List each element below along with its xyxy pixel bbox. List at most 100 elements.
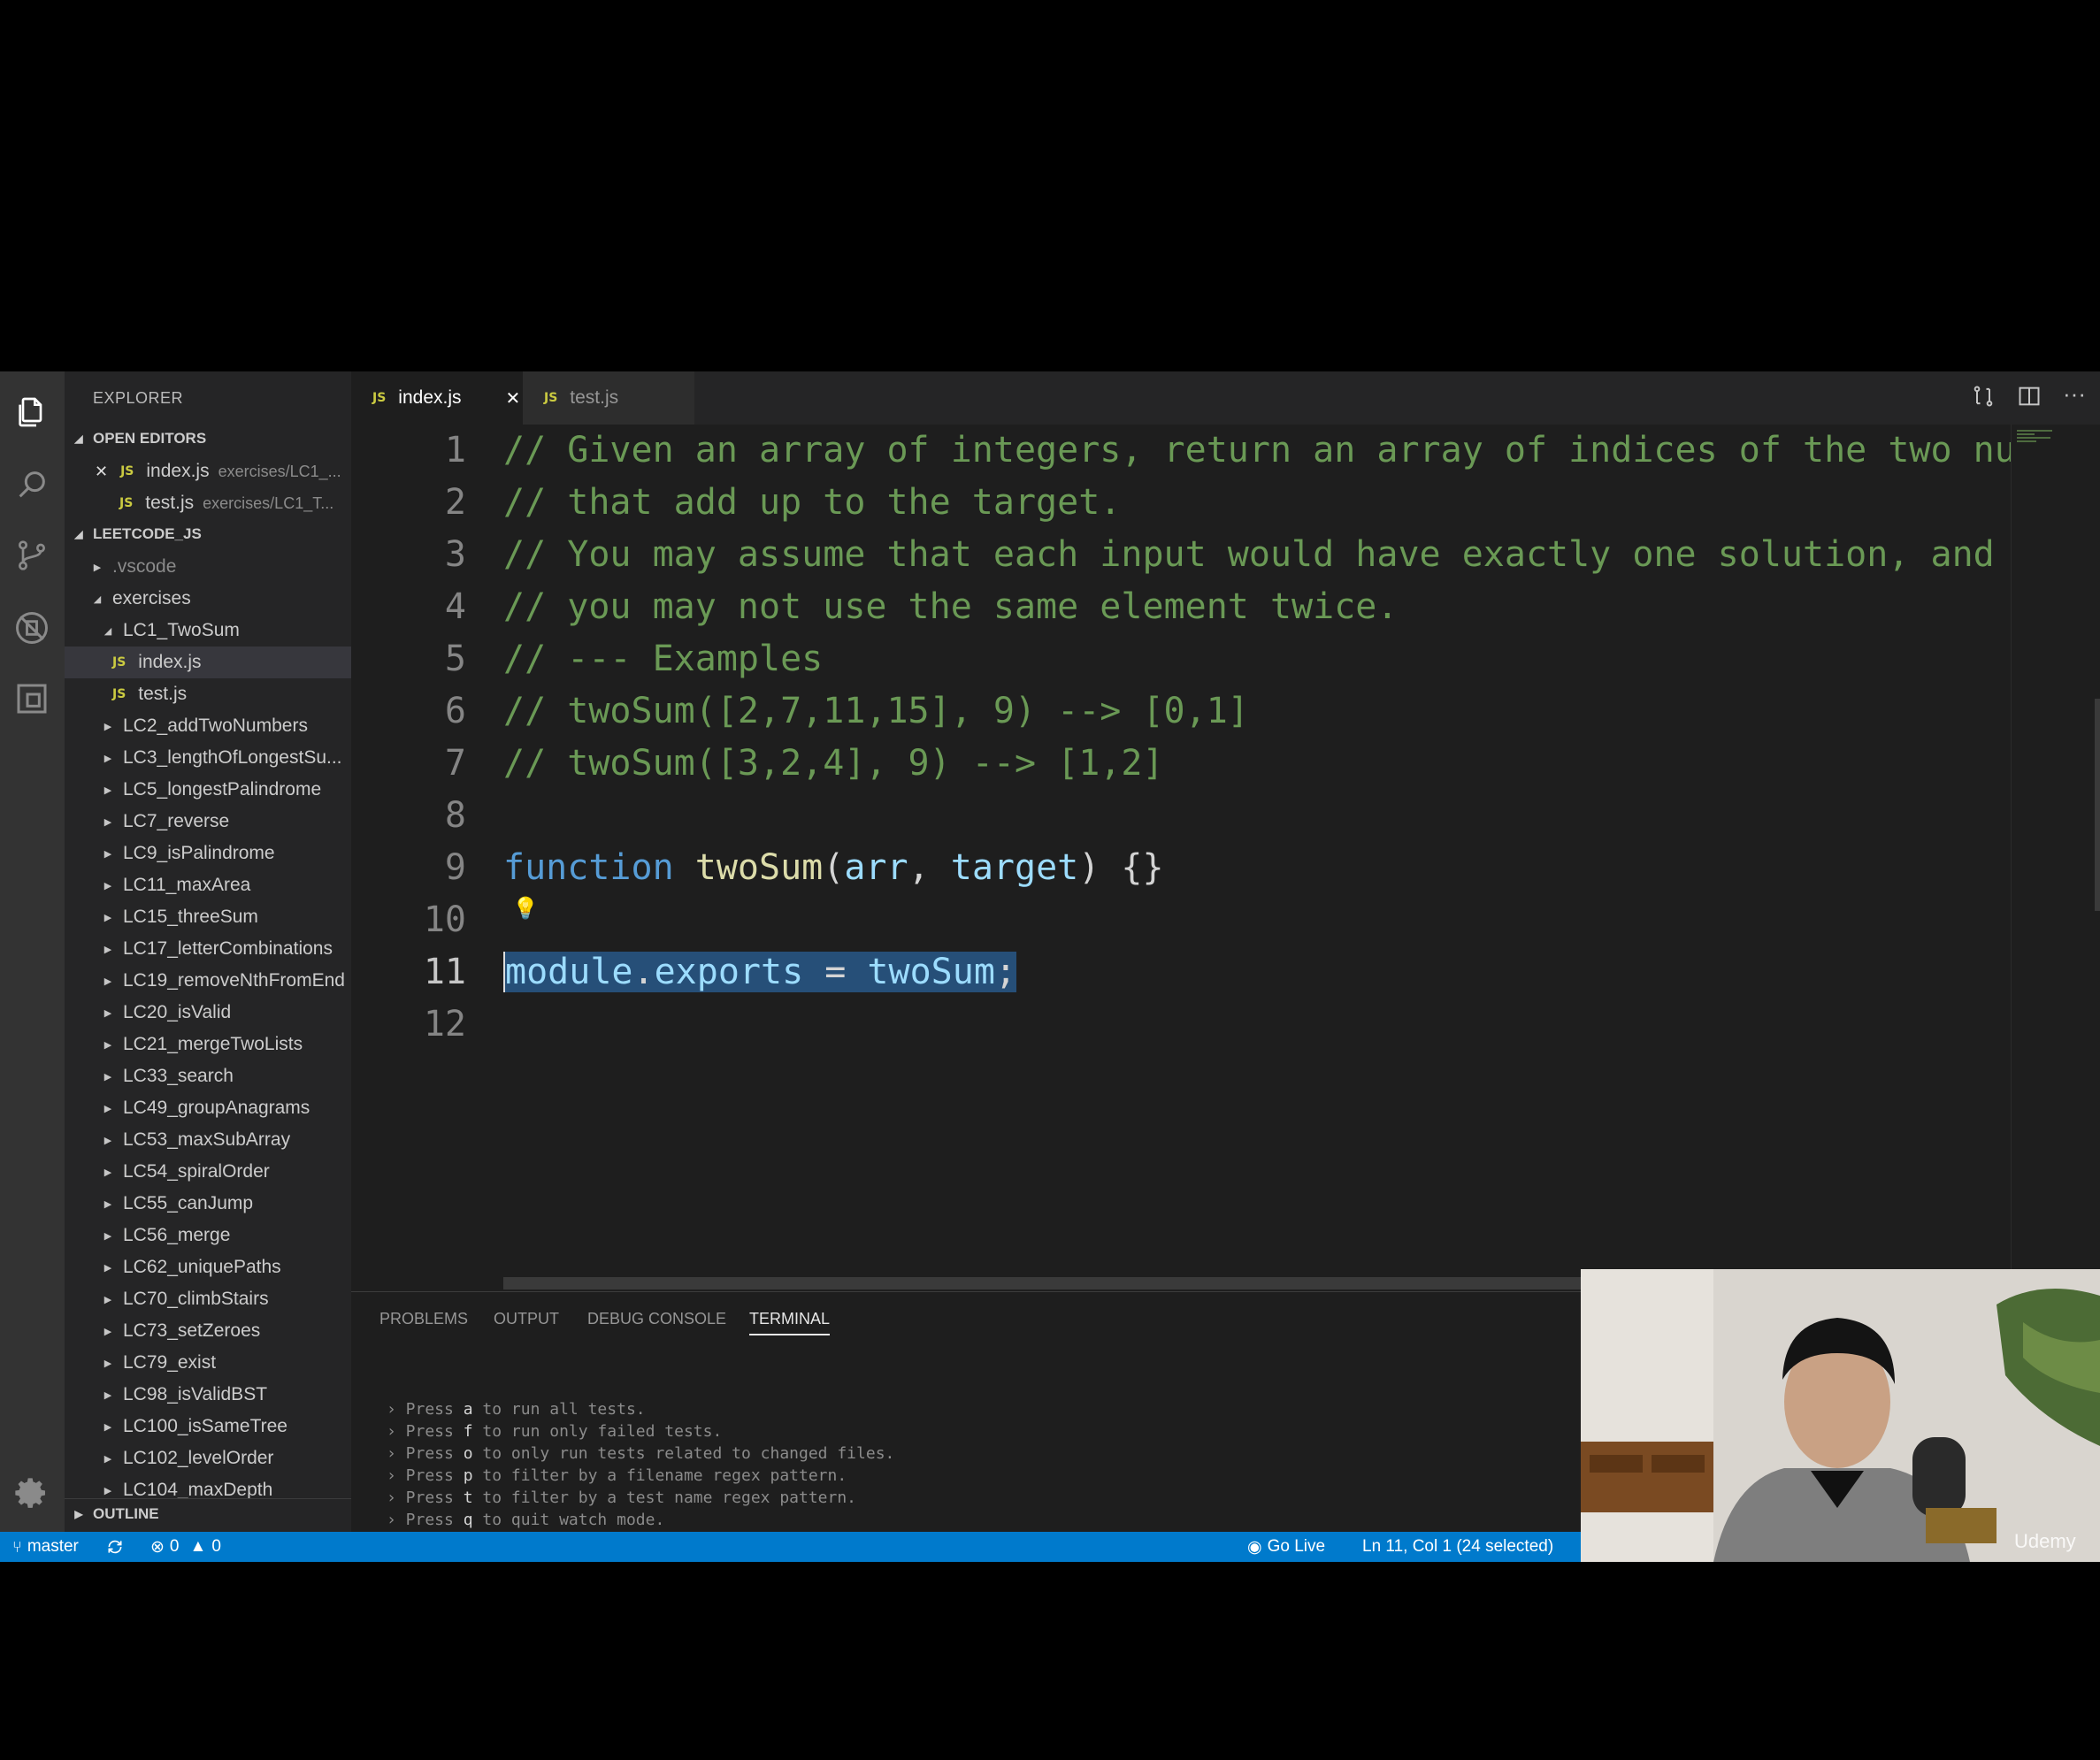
tab-debug-console[interactable]: DEBUG CONSOLE: [587, 1310, 726, 1328]
folder-item[interactable]: ▶ LC53_maxSubArray: [65, 1124, 351, 1156]
folder-item[interactable]: ▶ LC21_mergeTwoLists: [65, 1029, 351, 1060]
chevron-right-icon: ▶: [103, 1039, 112, 1051]
tab-output[interactable]: OUTPUT: [494, 1310, 559, 1328]
tab-test-js[interactable]: JS test.js: [523, 371, 694, 425]
activity-bar: [0, 371, 65, 1532]
close-icon[interactable]: ✕: [506, 387, 521, 409]
cursor-position[interactable]: Ln 11, Col 1 (24 selected): [1362, 1532, 1553, 1562]
folder-item[interactable]: ▶ LC79_exist: [65, 1347, 351, 1379]
tab-terminal[interactable]: TERMINAL: [749, 1310, 831, 1335]
folder-label: LC19_removeNthFromEnd: [123, 970, 345, 991]
open-editor-test[interactable]: JS test.js exercises/LC1_T...: [65, 487, 351, 519]
folder-label: LC102_levelOrder: [123, 1448, 274, 1468]
folder-item[interactable]: ▶ LC2_addTwoNumbers: [65, 710, 351, 742]
folder-item[interactable]: ▶ LC9_isPalindrome: [65, 838, 351, 869]
folder-item[interactable]: ▶ LC98_isValidBST: [65, 1379, 351, 1411]
error-icon: ⊗: [150, 1537, 165, 1557]
terminal-line: › Press p to filter by a filename regex …: [387, 1466, 847, 1485]
chevron-right-icon: ▶: [103, 1453, 112, 1465]
folder-exercises[interactable]: ◢ exercises: [65, 583, 351, 615]
folder-item[interactable]: ▶ LC62_uniquePaths: [65, 1251, 351, 1283]
outline-header[interactable]: ▶ OUTLINE: [65, 1498, 351, 1529]
debug-icon[interactable]: [7, 603, 57, 653]
folder-label: LC62_uniquePaths: [123, 1257, 281, 1277]
folder-item[interactable]: ▶ LC20_isValid: [65, 997, 351, 1029]
project-header[interactable]: ◢ LEETCODE_JS: [65, 519, 351, 549]
folder-label: LC9_isPalindrome: [123, 843, 275, 863]
chevron-right-icon: ▶: [103, 816, 112, 828]
file-test-js[interactable]: JS test.js: [65, 678, 351, 710]
code-line: 8: [444, 795, 466, 836]
problems-indicator[interactable]: ⊗ 0 ▲ 0: [150, 1532, 221, 1562]
chevron-right-icon: ▶: [103, 1103, 112, 1114]
js-file-icon: JS: [119, 496, 134, 510]
folder-label: LC5_longestPalindrome: [123, 779, 322, 800]
folder-item[interactable]: ▶ LC70_climbStairs: [65, 1283, 351, 1315]
sync-icon[interactable]: [106, 1532, 124, 1562]
go-live-button[interactable]: ◉ Go Live: [1247, 1532, 1325, 1562]
terminal-line: › Press a to run all tests.: [387, 1400, 646, 1419]
chevron-down-icon: ◢: [103, 625, 112, 637]
folder-item[interactable]: ▶ LC33_search: [65, 1060, 351, 1092]
more-actions-icon[interactable]: ···: [2063, 382, 2086, 413]
extensions-icon[interactable]: [7, 674, 57, 723]
folder-item[interactable]: ▶ LC55_canJump: [65, 1188, 351, 1220]
tab-problems[interactable]: PROBLEMS: [379, 1310, 468, 1328]
branch-indicator[interactable]: ⑂ master: [12, 1532, 79, 1562]
tab-index-js[interactable]: JS index.js ✕: [351, 371, 542, 425]
chevron-right-icon: ▶: [103, 1358, 112, 1369]
chevron-right-icon: ▶: [103, 912, 112, 923]
folder-item[interactable]: ▶ LC17_letterCombinations: [65, 933, 351, 965]
terminal-output[interactable]: › Press a to run all tests. › Press f to …: [387, 1354, 894, 1562]
folder-label: LC70_climbStairs: [123, 1289, 269, 1309]
folder-item[interactable]: ▶ LC100_isSameTree: [65, 1411, 351, 1442]
search-icon[interactable]: [7, 460, 57, 509]
chevron-right-icon: ▶: [103, 1167, 112, 1178]
selected-text: module.exports = twoSum;: [503, 952, 1017, 992]
folder-item[interactable]: ▶ LC5_longestPalindrome: [65, 774, 351, 806]
folder-label: LC33_search: [123, 1066, 234, 1086]
close-icon[interactable]: ✕: [95, 463, 108, 481]
open-editor-index[interactable]: ✕ JS index.js exercises/LC1_...: [65, 455, 351, 487]
chevron-right-icon: ▶: [103, 1007, 112, 1019]
folder-item[interactable]: ▶ LC19_removeNthFromEnd: [65, 965, 351, 997]
webcam-image: Udemy: [1581, 1269, 2100, 1562]
chevron-right-icon: ▶: [103, 1389, 112, 1401]
minimap[interactable]: [2011, 425, 2100, 1291]
explorer-icon[interactable]: [7, 387, 57, 437]
folder-item[interactable]: ▶ LC15_threeSum: [65, 901, 351, 933]
chevron-right-icon: ▶: [103, 1421, 112, 1433]
terminal-line: › Press q to quit watch mode.: [387, 1511, 665, 1529]
folder-item[interactable]: ▶ LC49_groupAnagrams: [65, 1092, 351, 1124]
folder-item[interactable]: ▶ LC3_lengthOfLongestSu...: [65, 742, 351, 774]
code-line: 9 function twoSum(arr, target) {}: [444, 847, 1164, 888]
chevron-right-icon: ▶: [103, 1326, 112, 1337]
file-index-js[interactable]: JS index.js: [65, 647, 351, 678]
folder-item[interactable]: ▶ LC102_levelOrder: [65, 1442, 351, 1474]
folder-label: LC56_merge: [123, 1225, 231, 1245]
open-changes-icon[interactable]: [1971, 384, 1996, 413]
lightbulb-icon[interactable]: 💡: [512, 896, 539, 921]
chevron-down-icon: ◢: [93, 593, 102, 605]
code-line: 2// that add up to the target.: [444, 482, 1122, 523]
folder-item[interactable]: ▶ LC7_reverse: [65, 806, 351, 838]
code-editor[interactable]: 1// Given an array of integers, return a…: [351, 425, 2037, 1291]
folder-lc1[interactable]: ◢ LC1_TwoSum: [65, 615, 351, 647]
code-line: 4// you may not use the same element twi…: [444, 586, 1399, 627]
folder-item[interactable]: ▶ LC54_spiralOrder: [65, 1156, 351, 1188]
folder-item[interactable]: ▶ LC73_setZeroes: [65, 1315, 351, 1347]
folder-vscode[interactable]: ▶ .vscode: [65, 551, 351, 583]
vertical-scrollbar[interactable]: [2095, 699, 2100, 911]
gear-icon[interactable]: [7, 1468, 57, 1518]
udemy-watermark: Udemy: [2014, 1530, 2076, 1552]
source-control-icon[interactable]: [7, 531, 57, 580]
tab-bar: JS index.js ✕ JS test.js ···: [351, 371, 2100, 425]
folder-label: LC79_exist: [123, 1352, 217, 1373]
code-line: 6// twoSum([2,7,11,15], 9) --> [0,1]: [444, 691, 1249, 731]
js-file-icon: JS: [544, 391, 558, 405]
folder-label: LC55_canJump: [123, 1193, 254, 1213]
folder-item[interactable]: ▶ LC56_merge: [65, 1220, 351, 1251]
open-editors-header[interactable]: ◢ OPEN EDITORS: [65, 424, 351, 454]
folder-item[interactable]: ▶ LC11_maxArea: [65, 869, 351, 901]
split-editor-icon[interactable]: [2017, 384, 2042, 413]
